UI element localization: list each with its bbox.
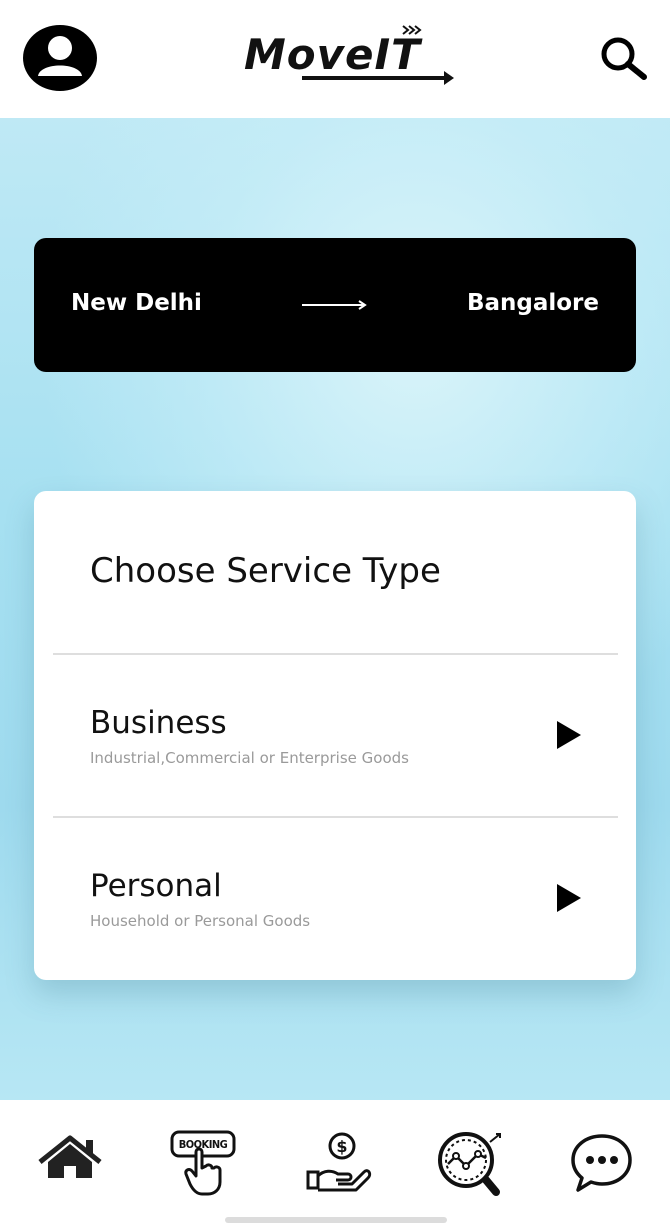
logo-text: MoveIT xyxy=(244,30,421,79)
bottom-tab-bar: BOOKING $ xyxy=(0,1100,670,1223)
search-icon xyxy=(601,37,647,80)
analytics-search-icon xyxy=(438,1132,501,1196)
option-title: Personal xyxy=(90,868,222,904)
profile-button[interactable] xyxy=(22,24,98,92)
home-indicator xyxy=(225,1217,447,1223)
destination-city: Bangalore xyxy=(466,290,599,316)
chat-bubble-icon xyxy=(571,1134,632,1192)
booking-icon-label: BOOKING xyxy=(178,1138,228,1151)
app-logo: MoveIT xyxy=(240,20,460,92)
option-subtitle: Household or Personal Goods xyxy=(90,912,311,930)
option-subtitle: Industrial,Commercial or Enterprise Good… xyxy=(90,749,409,767)
option-title: Business xyxy=(90,705,227,741)
origin-city: New Delhi xyxy=(71,290,202,316)
app-header: MoveIT xyxy=(0,0,670,118)
play-triangle-icon xyxy=(557,721,581,749)
home-icon xyxy=(38,1135,102,1178)
tab-home[interactable] xyxy=(34,1128,106,1200)
search-button[interactable] xyxy=(598,36,650,80)
service-type-title: Choose Service Type xyxy=(90,551,441,591)
service-option-business[interactable]: Business Industrial,Commercial or Enterp… xyxy=(34,655,636,815)
long-arrow-right-icon xyxy=(302,300,367,310)
user-circle-icon xyxy=(23,25,97,91)
route-banner[interactable]: New Delhi Bangalore xyxy=(34,238,636,372)
payment-hand-icon: $ xyxy=(306,1132,372,1192)
svg-text:$: $ xyxy=(336,1137,347,1156)
service-type-card: Choose Service Type Business Industrial,… xyxy=(34,491,636,980)
tab-payments[interactable]: $ xyxy=(302,1128,374,1200)
tab-chat[interactable] xyxy=(568,1128,640,1200)
tab-booking[interactable]: BOOKING xyxy=(168,1128,240,1200)
tab-analytics[interactable] xyxy=(434,1128,506,1200)
play-triangle-icon xyxy=(557,884,581,912)
service-option-personal[interactable]: Personal Household or Personal Goods xyxy=(34,818,636,978)
